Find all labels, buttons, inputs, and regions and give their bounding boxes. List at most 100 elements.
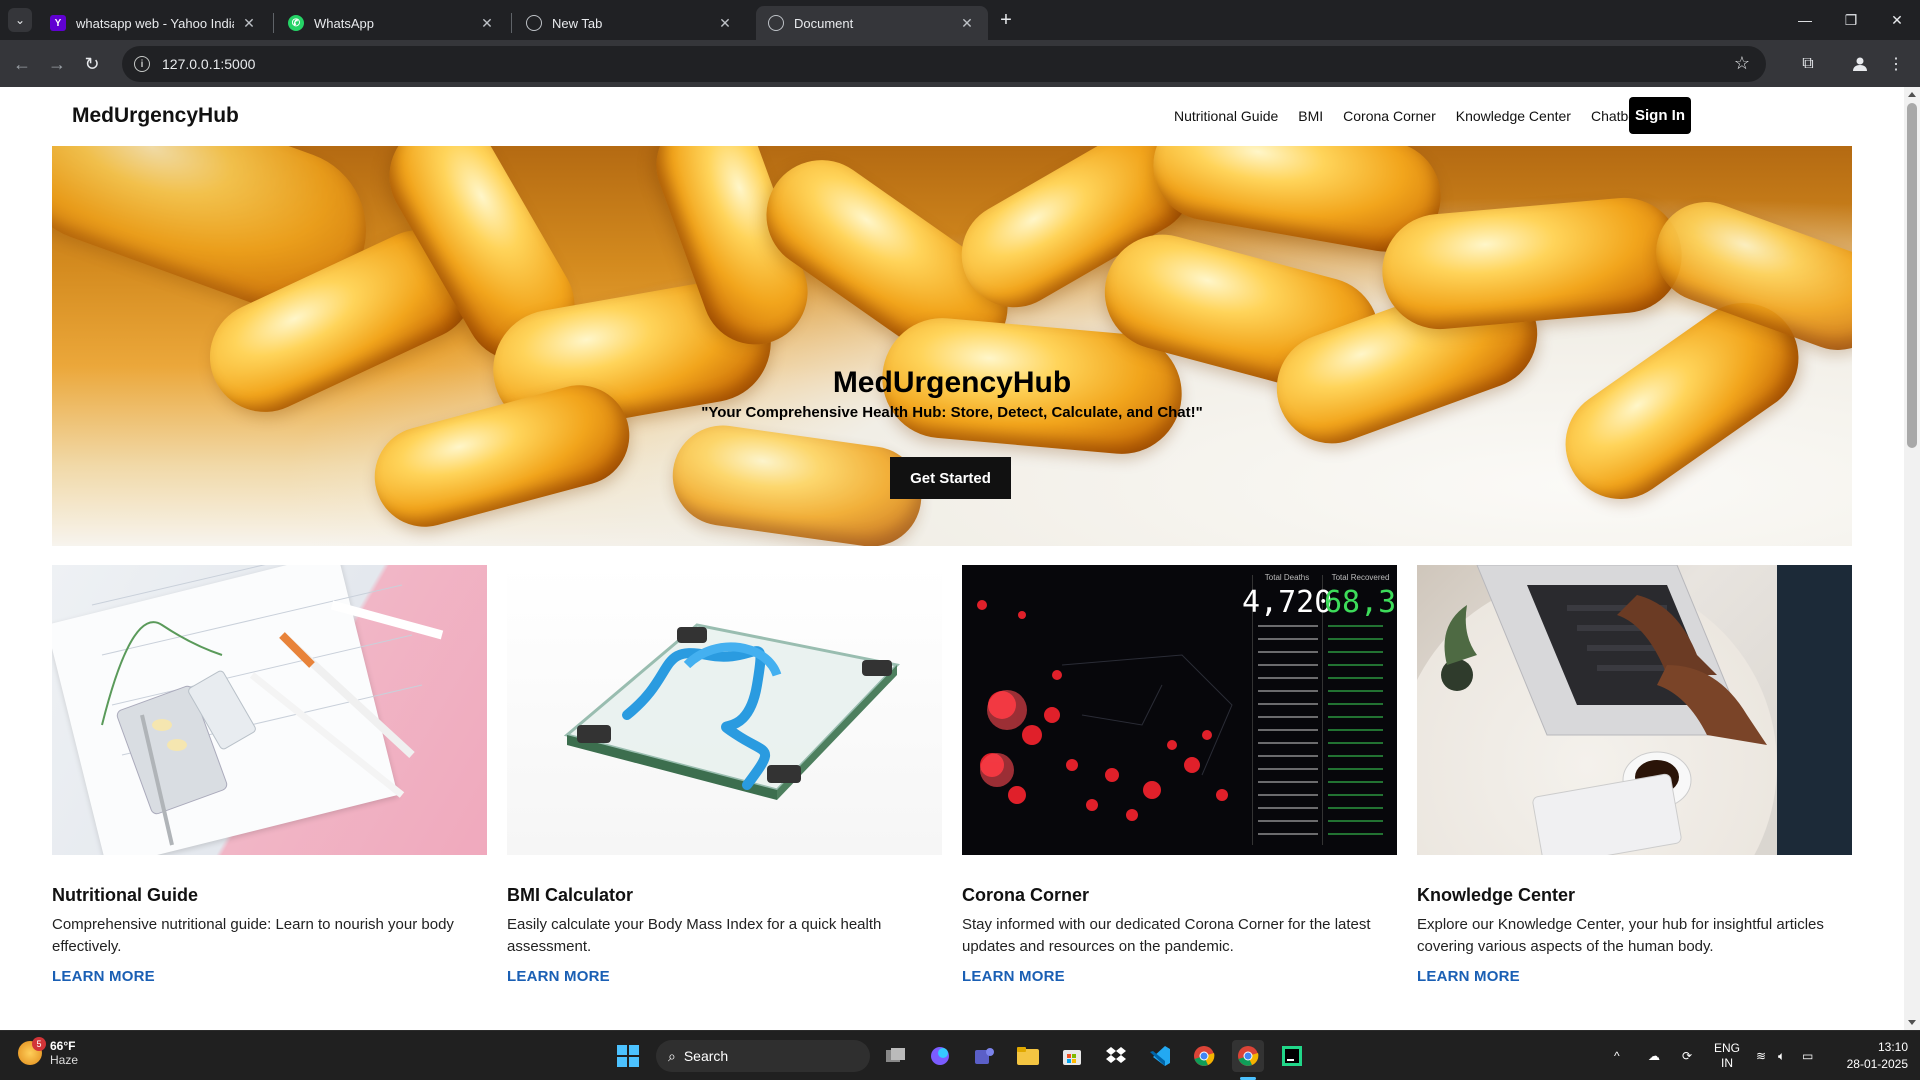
chrome-active-icon[interactable] bbox=[1232, 1040, 1264, 1072]
bookmark-star-icon[interactable]: ☆ bbox=[1734, 53, 1750, 74]
site-info-icon[interactable]: i bbox=[134, 56, 150, 72]
onedrive-icon[interactable]: ☁ bbox=[1648, 1031, 1660, 1080]
site-brand[interactable]: MedUrgencyHub bbox=[72, 104, 239, 128]
get-started-button[interactable]: Get Started bbox=[890, 457, 1011, 499]
nav-link-bmi[interactable]: BMI bbox=[1298, 108, 1323, 124]
card-description: Stay informed with our dedicated Corona … bbox=[962, 916, 1371, 955]
task-view-icon[interactable] bbox=[880, 1040, 912, 1072]
back-icon[interactable]: ← bbox=[8, 50, 36, 78]
card-title: BMI Calculator bbox=[507, 885, 634, 905]
browser-tab-yahoo[interactable]: Y whatsapp web - Yahoo India Se ✕ bbox=[38, 6, 270, 40]
taskbar-search[interactable]: ⌕ Search bbox=[656, 1040, 870, 1072]
lang-region: IN bbox=[1721, 1056, 1733, 1070]
total-recovered-label: Total Recovered bbox=[1331, 573, 1390, 582]
volume-icon[interactable]: 🔈︎ bbox=[1778, 1031, 1785, 1080]
tray-overflow-icon[interactable]: ^ bbox=[1614, 1031, 1620, 1080]
browser-tab-new-tab[interactable]: New Tab ✕ bbox=[514, 6, 746, 40]
browser-tab-whatsapp[interactable]: ✆ WhatsApp ✕ bbox=[276, 6, 508, 40]
page-viewport: MedUrgencyHub Nutritional Guide BMI Coro… bbox=[0, 87, 1904, 1030]
minimize-icon[interactable]: — bbox=[1782, 0, 1828, 40]
search-icon: ⌕ bbox=[668, 1047, 676, 1064]
tab-divider bbox=[511, 13, 512, 33]
windows-taskbar: 5 66°F Haze ⌕ Search ^ ☁ ⟳ ENG IN ≋ 🔈︎ ▭… bbox=[0, 1030, 1920, 1080]
restore-icon[interactable]: ❐ bbox=[1828, 0, 1874, 40]
browser-tab-bar: ⌄ Y whatsapp web - Yahoo India Se ✕ ✆ Wh… bbox=[0, 0, 1920, 40]
close-tab-icon[interactable]: ✕ bbox=[716, 14, 734, 32]
page-scrollbar[interactable] bbox=[1904, 87, 1920, 1030]
weather-sun-icon: 5 bbox=[18, 1037, 46, 1065]
sign-in-button[interactable]: Sign In bbox=[1629, 97, 1691, 134]
new-tab-button[interactable]: + bbox=[994, 8, 1018, 32]
close-window-icon[interactable]: ✕ bbox=[1874, 0, 1920, 40]
clock-time: 13:10 bbox=[1877, 1040, 1908, 1054]
file-explorer-icon[interactable] bbox=[1012, 1040, 1044, 1072]
tab-title: WhatsApp bbox=[314, 15, 374, 31]
scroll-down-arrow-icon[interactable] bbox=[1908, 1020, 1916, 1025]
weather-condition: Haze bbox=[50, 1053, 79, 1067]
total-deaths-value: 4,720 bbox=[1242, 585, 1333, 620]
teams-icon[interactable] bbox=[968, 1040, 1000, 1072]
card-image-bmi bbox=[507, 565, 942, 855]
total-deaths-label: Total Deaths bbox=[1264, 573, 1310, 582]
language-indicator[interactable]: ENG IN bbox=[1714, 1031, 1740, 1080]
lang-code: ENG bbox=[1714, 1041, 1741, 1055]
scroll-thumb[interactable] bbox=[1907, 103, 1917, 448]
extensions-icon[interactable]: ⧉ bbox=[1794, 50, 1822, 78]
hero-title: MedUrgencyHub bbox=[832, 366, 1072, 399]
close-tab-icon[interactable]: ✕ bbox=[478, 14, 496, 32]
card-bmi-calculator: BMI Calculator Easily calculate your Bod… bbox=[507, 565, 942, 985]
battery-icon[interactable]: ▭ bbox=[1802, 1031, 1813, 1080]
sync-icon[interactable]: ⟳ bbox=[1682, 1031, 1692, 1080]
site-navbar: MedUrgencyHub Nutritional Guide BMI Coro… bbox=[0, 87, 1904, 145]
vscode-icon[interactable] bbox=[1144, 1040, 1176, 1072]
card-description: Explore our Knowledge Center, your hub f… bbox=[1417, 916, 1824, 955]
microsoft-store-icon[interactable] bbox=[1056, 1040, 1088, 1072]
learn-more-link[interactable]: LEARN MORE bbox=[1417, 968, 1852, 985]
nav-link-corona-corner[interactable]: Corona Corner bbox=[1343, 108, 1436, 124]
profile-icon[interactable] bbox=[1846, 50, 1874, 78]
dropbox-icon[interactable] bbox=[1100, 1040, 1132, 1072]
card-title: Nutritional Guide bbox=[52, 885, 198, 905]
system-clock[interactable]: 13:10 28-01-2025 bbox=[1847, 1039, 1908, 1073]
card-description: Easily calculate your Body Mass Index fo… bbox=[507, 916, 882, 955]
reload-icon[interactable]: ↻ bbox=[78, 50, 106, 78]
card-nutritional-guide: Nutritional Guide Comprehensive nutritio… bbox=[52, 565, 487, 985]
browser-toolbar: ← → ↻ i 127.0.0.1:5000 ☆ ⧉ ⋮ bbox=[0, 40, 1920, 87]
scroll-up-arrow-icon[interactable] bbox=[1908, 92, 1916, 97]
close-tab-icon[interactable]: ✕ bbox=[240, 14, 258, 32]
tab-title: Document bbox=[794, 15, 854, 31]
tab-title: whatsapp web - Yahoo India Se bbox=[76, 15, 234, 31]
close-tab-icon[interactable]: ✕ bbox=[958, 14, 976, 32]
weather-widget[interactable]: 5 66°F Haze bbox=[18, 1037, 79, 1067]
card-image-nutrition bbox=[52, 565, 487, 855]
hero-subtitle: "Your Comprehensive Health Hub: Store, D… bbox=[701, 404, 1203, 421]
learn-more-link[interactable]: LEARN MORE bbox=[52, 968, 487, 985]
learn-more-link[interactable]: LEARN MORE bbox=[962, 968, 1397, 985]
card-knowledge-center: Knowledge Center Explore our Knowledge C… bbox=[1417, 565, 1852, 985]
address-bar[interactable]: i 127.0.0.1:5000 ☆ bbox=[122, 46, 1766, 82]
pycharm-icon[interactable] bbox=[1276, 1040, 1308, 1072]
taskbar-search-label: Search bbox=[683, 1048, 729, 1064]
browser-tab-document[interactable]: Document ✕ bbox=[756, 6, 988, 40]
tab-title: New Tab bbox=[552, 15, 603, 31]
tab-search-button[interactable]: ⌄ bbox=[8, 8, 32, 32]
card-title: Knowledge Center bbox=[1417, 885, 1576, 905]
yahoo-icon: Y bbox=[50, 15, 66, 31]
learn-more-link[interactable]: LEARN MORE bbox=[507, 968, 942, 985]
nav-link-nutritional-guide[interactable]: Nutritional Guide bbox=[1174, 108, 1278, 124]
whatsapp-icon: ✆ bbox=[288, 15, 304, 31]
weather-badge: 5 bbox=[32, 1037, 46, 1051]
copilot-icon[interactable] bbox=[924, 1040, 956, 1072]
url-text[interactable]: 127.0.0.1:5000 bbox=[162, 56, 255, 72]
chrome-icon[interactable] bbox=[1188, 1040, 1220, 1072]
card-title: Corona Corner bbox=[962, 885, 1090, 905]
forward-icon[interactable]: → bbox=[43, 50, 71, 78]
wifi-icon[interactable]: ≋ bbox=[1756, 1031, 1766, 1080]
weather-temp: 66°F bbox=[50, 1039, 76, 1053]
globe-icon bbox=[526, 15, 542, 31]
browser-menu-icon[interactable]: ⋮ bbox=[1882, 50, 1910, 78]
clock-date: 28-01-2025 bbox=[1846, 1057, 1908, 1071]
windows-start-icon[interactable] bbox=[612, 1040, 644, 1072]
card-image-laptop bbox=[1417, 565, 1852, 855]
nav-link-knowledge-center[interactable]: Knowledge Center bbox=[1456, 108, 1571, 124]
